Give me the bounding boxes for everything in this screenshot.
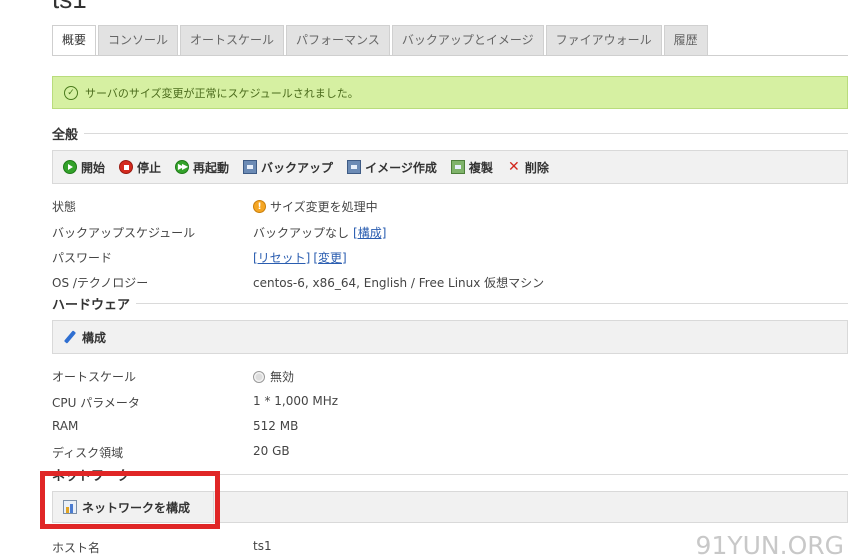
clone-icon	[450, 160, 465, 174]
cpu-label: CPU パラメータ	[52, 396, 140, 410]
delete-button[interactable]: ✕ 削除	[507, 159, 549, 176]
stop-label: 停止	[137, 160, 162, 175]
tab-firewall[interactable]: ファイアウォール	[545, 25, 662, 55]
tab-backup-images[interactable]: バックアップとイメージ	[391, 25, 544, 55]
hostname-value: ts1	[253, 539, 272, 553]
ram-value: 512 MB	[253, 419, 299, 433]
restart-button[interactable]: ▶▶ 再起動	[175, 159, 229, 176]
password-links: [リセット] [変更]	[253, 249, 347, 266]
hostname-label: ホスト名	[52, 541, 101, 555]
warning-icon: !	[253, 200, 266, 213]
autoscale-value-wrap: 無効	[253, 368, 294, 385]
watermark: 91YUN.ORG	[695, 531, 844, 560]
delete-label: 削除	[524, 160, 549, 175]
network-section-header: ネットワーク	[52, 464, 848, 484]
os-label: OS /テクノロジー	[52, 276, 149, 290]
check-circle-icon: ✓	[64, 85, 78, 100]
autoscale-value: 無効	[270, 370, 295, 384]
disk-value: 20 GB	[253, 444, 290, 458]
cpu-value: 1 * 1,000 MHz	[253, 394, 339, 408]
tab-performance[interactable]: パフォーマンス	[286, 25, 390, 55]
start-button[interactable]: 開始	[63, 159, 105, 176]
start-label: 開始	[81, 160, 106, 175]
delete-x-icon: ✕	[507, 159, 520, 175]
stop-icon	[119, 160, 134, 174]
disk-label: ディスク領域	[52, 446, 124, 460]
os-value: centos-6, x86_64, English / Free Linux 仮…	[253, 276, 545, 290]
hardware-configure-label: 構成	[82, 330, 107, 345]
radio-icon	[253, 370, 265, 383]
play-icon	[63, 160, 77, 174]
network-toolbar	[214, 491, 848, 523]
autoscale-label: オートスケール	[52, 370, 137, 384]
configure-network-button[interactable]: ネットワークを構成	[52, 491, 214, 523]
backup-disk-icon	[243, 160, 258, 174]
backup-schedule-label: バックアップスケジュール	[52, 226, 196, 240]
network-config-icon	[63, 500, 77, 514]
page-title: ts1	[52, 0, 87, 15]
create-image-label: イメージ作成	[365, 160, 437, 175]
backup-button[interactable]: バックアップ	[243, 159, 333, 176]
tab-autoscale[interactable]: オートスケール	[180, 25, 285, 55]
backup-schedule-value: バックアップなし	[253, 226, 350, 240]
status-value: サイズ変更を処理中	[270, 200, 378, 214]
section-divider	[136, 473, 848, 475]
restart-icon: ▶▶	[175, 160, 190, 174]
success-alert: ✓ サーバのサイズ変更が正常にスケジュールされました。	[52, 76, 848, 109]
general-section-header: 全般	[52, 123, 848, 143]
tab-overview[interactable]: 概要	[52, 25, 97, 56]
ram-label: RAM	[52, 419, 79, 433]
password-label: パスワード	[52, 251, 113, 265]
hardware-section-header: ハードウェア	[52, 293, 848, 313]
backup-schedule-configure-link[interactable]: [構成]	[353, 224, 386, 241]
pencil-icon	[63, 330, 77, 344]
restart-label: 再起動	[193, 160, 230, 175]
section-divider	[84, 132, 848, 134]
hardware-heading: ハードウェア	[52, 293, 137, 313]
hardware-configure-button[interactable]: 構成	[63, 329, 106, 346]
password-reset-link[interactable]: [リセット]	[253, 249, 310, 266]
backup-label: バックアップ	[261, 160, 334, 175]
configure-network-label: ネットワークを構成	[82, 500, 191, 515]
section-divider	[136, 302, 848, 304]
tab-console[interactable]: コンソール	[98, 25, 179, 55]
backup-schedule-value-wrap: バックアップなし [構成]	[253, 224, 386, 241]
stop-button[interactable]: 停止	[119, 159, 161, 176]
network-heading: ネットワーク	[52, 464, 137, 484]
status-value-wrap: ! サイズ変更を処理中	[253, 198, 378, 215]
clone-label: 複製	[468, 160, 493, 175]
create-image-button[interactable]: イメージ作成	[347, 159, 437, 176]
general-heading: 全般	[52, 123, 85, 143]
image-disk-icon	[347, 160, 362, 174]
server-actions-toolbar: 開始 停止 ▶▶ 再起動 バックアップ イメージ作成 複製 ✕ 削除	[52, 150, 848, 184]
tab-history[interactable]: 履歴	[663, 25, 708, 55]
hardware-toolbar: 構成	[52, 320, 848, 354]
tab-divider	[52, 55, 848, 56]
password-change-link[interactable]: [変更]	[313, 249, 346, 266]
tab-bar: 概要 コンソール オートスケール パフォーマンス バックアップとイメージ ファイ…	[52, 25, 710, 56]
status-label: 状態	[52, 200, 77, 214]
clone-button[interactable]: 複製	[450, 159, 493, 176]
alert-message: サーバのサイズ変更が正常にスケジュールされました。	[85, 86, 359, 100]
